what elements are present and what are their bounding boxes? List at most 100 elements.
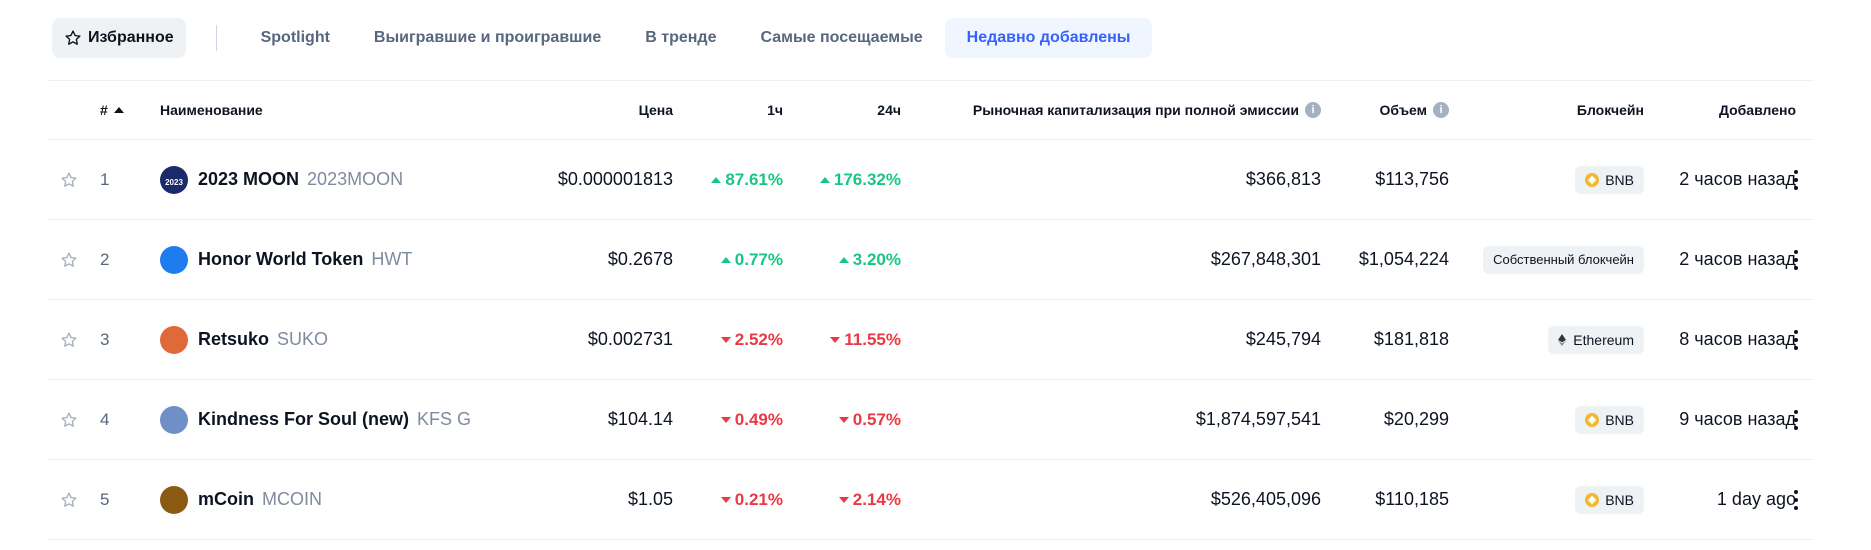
favorite-star-button[interactable] xyxy=(60,380,80,459)
row-menu-button[interactable] xyxy=(1783,300,1809,379)
header-volume[interactable]: Объем i xyxy=(1321,81,1449,139)
header-label: 24ч xyxy=(877,102,901,118)
change-arrow-icon xyxy=(720,416,731,423)
favorite-star-button[interactable] xyxy=(60,460,80,539)
tab-most-visited[interactable]: Самые посещаемые xyxy=(738,18,944,58)
favorite-star-button[interactable] xyxy=(60,300,80,379)
change-arrow-icon xyxy=(838,256,849,263)
coin-logo-icon: 2023 xyxy=(160,165,188,194)
change-1h: 0.77% xyxy=(673,220,783,299)
header-label: Рыночная капитализация при полной эмисси… xyxy=(972,102,1299,118)
price-value: $104.14 xyxy=(607,409,673,429)
star-outline-icon xyxy=(61,251,77,267)
table-row[interactable]: 5 mCoin MCOIN $1.05 0.21% 2.14% $526,405… xyxy=(48,460,1814,540)
info-icon[interactable]: i xyxy=(1305,102,1321,118)
blockchain-label: Собственный блокчейн xyxy=(1493,252,1634,267)
more-vertical-icon xyxy=(1794,329,1798,350)
rank: 4 xyxy=(100,380,140,459)
change-arrow-icon xyxy=(720,256,731,263)
page: Избранное Spotlight Выигравшие и проигра… xyxy=(0,0,1871,550)
ethereum-icon xyxy=(1558,333,1567,346)
rank-value: 5 xyxy=(100,489,110,509)
tab-divider xyxy=(215,25,217,51)
change-24h: 176.32% xyxy=(783,140,901,219)
more-vertical-icon xyxy=(1794,409,1798,430)
change-24h-value: 3.20% xyxy=(852,249,901,269)
favorite-star-button[interactable] xyxy=(60,220,80,299)
price: $0.002731 xyxy=(468,300,673,379)
tab-trending[interactable]: В тренде xyxy=(623,18,738,58)
table-row[interactable]: 2 Honor World Token HWT $0.2678 0.77% 3.… xyxy=(48,220,1814,300)
blockchain-chip[interactable]: BNB xyxy=(1575,485,1644,514)
added-value: 2 часов назад xyxy=(1679,249,1796,269)
coin-logo-icon xyxy=(160,405,188,434)
star-outline-icon xyxy=(61,171,77,187)
fdv-value: $245,794 xyxy=(1245,329,1321,349)
change-1h-value: 0.21% xyxy=(734,489,783,509)
price: $1.05 xyxy=(468,460,673,539)
added-value: 2 часов назад xyxy=(1679,169,1796,189)
header-rank[interactable]: # xyxy=(100,81,140,139)
blockchain-chip[interactable]: BNB xyxy=(1575,405,1644,434)
header-price[interactable]: Цена xyxy=(468,81,673,139)
coin-name[interactable]: Honor World Token xyxy=(198,249,363,270)
tab-favorites[interactable]: Избранное xyxy=(52,18,186,58)
header-label: Блокчейн xyxy=(1576,102,1644,118)
row-menu-button[interactable] xyxy=(1783,140,1809,219)
tab-spotlight[interactable]: Spotlight xyxy=(239,18,352,58)
blockchain-chip[interactable]: Ethereum xyxy=(1548,325,1644,354)
price: $0.000001813 xyxy=(468,140,673,219)
row-menu-button[interactable] xyxy=(1783,380,1809,459)
blockchain-chip[interactable]: BNB xyxy=(1575,165,1644,194)
favorite-star-button[interactable] xyxy=(60,140,80,219)
change-24h: 2.14% xyxy=(783,460,901,539)
blockchain: Собственный блокчейн xyxy=(1449,220,1644,299)
star-outline-icon xyxy=(61,411,77,427)
tab-label: В тренде xyxy=(645,29,717,46)
price: $0.2678 xyxy=(468,220,673,299)
price-value: $0.2678 xyxy=(607,249,673,269)
row-menu-button[interactable] xyxy=(1783,220,1809,299)
row-menu-button[interactable] xyxy=(1783,460,1809,539)
blockchain-chip[interactable]: Собственный блокчейн xyxy=(1483,245,1644,274)
coin-name[interactable]: mCoin xyxy=(198,489,254,510)
blockchain-label: Ethereum xyxy=(1573,331,1634,348)
header-24h[interactable]: 24ч xyxy=(783,81,901,139)
coin-name[interactable]: Retsuko xyxy=(198,329,269,350)
header-added[interactable]: Добавлено xyxy=(1644,81,1796,139)
price-value: $0.002731 xyxy=(587,329,673,349)
volume-value: $110,185 xyxy=(1375,489,1449,509)
fdv-value: $366,813 xyxy=(1245,169,1321,189)
added: 2 часов назад xyxy=(1644,220,1796,299)
coin-name[interactable]: Kindness For Soul (new) xyxy=(198,409,409,430)
table-row[interactable]: 3 Retsuko SUKO $0.002731 2.52% 11.55% $2… xyxy=(48,300,1814,380)
coin-name-cell[interactable]: Honor World Token HWT xyxy=(160,220,480,299)
added: 8 часов назад xyxy=(1644,300,1796,379)
added: 1 day ago xyxy=(1644,460,1796,539)
change-24h: 0.57% xyxy=(783,380,901,459)
table-row[interactable]: 1 2023 2023 MOON 2023MOON $0.000001813 8… xyxy=(48,140,1814,220)
coin-name-cell[interactable]: Retsuko SUKO xyxy=(160,300,480,379)
fdv-value: $526,405,096 xyxy=(1210,489,1321,509)
header-name[interactable]: Наименование xyxy=(160,81,480,139)
coin-name[interactable]: 2023 MOON xyxy=(198,169,299,190)
header-label: Объем xyxy=(1379,102,1427,118)
coin-name-cell[interactable]: Kindness For Soul (new) KFS G xyxy=(160,380,480,459)
rank-value: 4 xyxy=(100,409,110,429)
coin-name-cell[interactable]: mCoin MCOIN xyxy=(160,460,480,539)
table-row[interactable]: 4 Kindness For Soul (new) KFS G $104.14 … xyxy=(48,380,1814,460)
coin-logo-icon xyxy=(160,485,188,514)
added: 9 часов назад xyxy=(1644,380,1796,459)
tab-recently-added[interactable]: Недавно добавлены xyxy=(944,18,1153,58)
info-icon[interactable]: i xyxy=(1433,102,1449,118)
change-24h-value: 176.32% xyxy=(833,169,901,189)
star-outline-icon xyxy=(61,491,77,507)
header-1h[interactable]: 1ч xyxy=(673,81,783,139)
coin-name-cell[interactable]: 2023 2023 MOON 2023MOON xyxy=(160,140,480,219)
header-fdv[interactable]: Рыночная капитализация при полной эмисси… xyxy=(901,81,1321,139)
fdv: $366,813 xyxy=(901,140,1321,219)
tab-gainers-losers[interactable]: Выигравшие и проигравшие xyxy=(352,18,623,58)
header-label: Цена xyxy=(638,102,673,118)
fdv-value: $1,874,597,541 xyxy=(1195,409,1321,429)
header-blockchain[interactable]: Блокчейн xyxy=(1449,81,1644,139)
